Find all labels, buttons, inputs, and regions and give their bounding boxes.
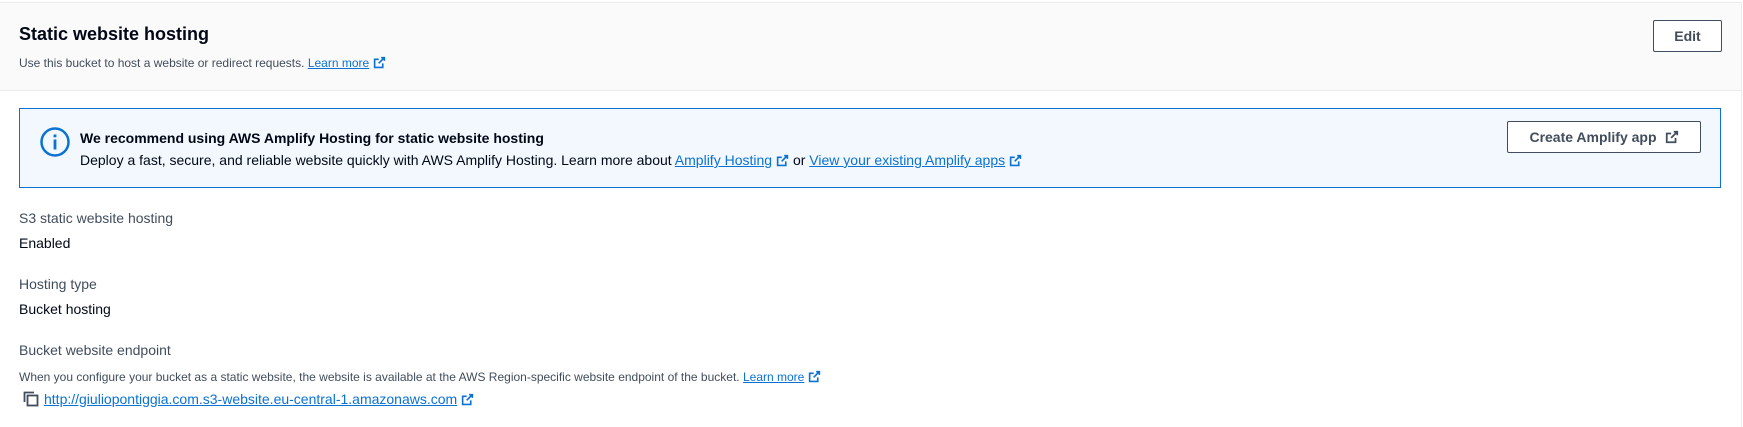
create-amplify-app-button[interactable]: Create Amplify app xyxy=(1507,121,1701,153)
external-link-icon xyxy=(462,393,474,406)
create-amplify-app-label: Create Amplify app xyxy=(1529,129,1657,145)
view-amplify-apps-label: View your existing Amplify apps xyxy=(809,152,1006,168)
external-link-icon xyxy=(809,370,821,383)
hosting-type-value: Bucket hosting xyxy=(19,301,111,317)
static-website-hosting-panel: Static website hosting Use this bucket t… xyxy=(0,2,1742,427)
endpoint-learn-more-link[interactable]: Learn more xyxy=(743,370,821,384)
panel-title: Static website hosting xyxy=(19,24,210,44)
alert-text: Deploy a fast, secure, and reliable webs… xyxy=(80,152,1022,168)
panel-header: Static website hosting Use this bucket t… xyxy=(0,3,1741,91)
alert-text-prefix: Deploy a fast, secure, and reliable webs… xyxy=(80,152,672,168)
endpoint-learn-more-label: Learn more xyxy=(742,370,805,384)
panel-description: Use this bucket to host a website or red… xyxy=(19,56,386,70)
view-amplify-apps-link[interactable]: View your existing Amplify apps xyxy=(809,152,1022,168)
panel-description-text: Use this bucket to host a website or red… xyxy=(19,56,305,70)
alert-title: We recommend using AWS Amplify Hosting f… xyxy=(80,130,544,146)
alert-or-text: or xyxy=(792,152,806,168)
amplify-recommendation-alert: We recommend using AWS Amplify Hosting f… xyxy=(19,108,1721,188)
hosting-type-label: Hosting type xyxy=(19,276,97,292)
s3-hosting-label: S3 static website hosting xyxy=(19,210,174,226)
amplify-hosting-link[interactable]: Amplify Hosting xyxy=(675,152,789,168)
external-link-icon xyxy=(1009,154,1022,167)
external-link-icon xyxy=(776,154,789,167)
endpoint-url: http://giuliopontiggia.com.s3-website.eu… xyxy=(44,391,458,407)
header-learn-more-link[interactable]: Learn more xyxy=(308,56,386,70)
external-link-icon xyxy=(374,56,386,69)
info-circle-icon xyxy=(40,127,70,157)
endpoint-description-text: When you configure your bucket as a stat… xyxy=(19,370,740,384)
header-learn-more-label: Learn more xyxy=(307,56,370,70)
external-link-icon xyxy=(1665,130,1678,144)
edit-button[interactable]: Edit xyxy=(1653,20,1722,52)
s3-hosting-value: Enabled xyxy=(19,235,71,251)
endpoint-label: Bucket website endpoint xyxy=(19,342,171,358)
copy-icon[interactable] xyxy=(22,390,40,408)
amplify-hosting-label: Amplify Hosting xyxy=(674,152,773,168)
endpoint-description: When you configure your bucket as a stat… xyxy=(19,370,821,384)
endpoint-url-link[interactable]: http://giuliopontiggia.com.s3-website.eu… xyxy=(44,391,474,407)
endpoint-row: http://giuliopontiggia.com.s3-website.eu… xyxy=(22,390,474,408)
